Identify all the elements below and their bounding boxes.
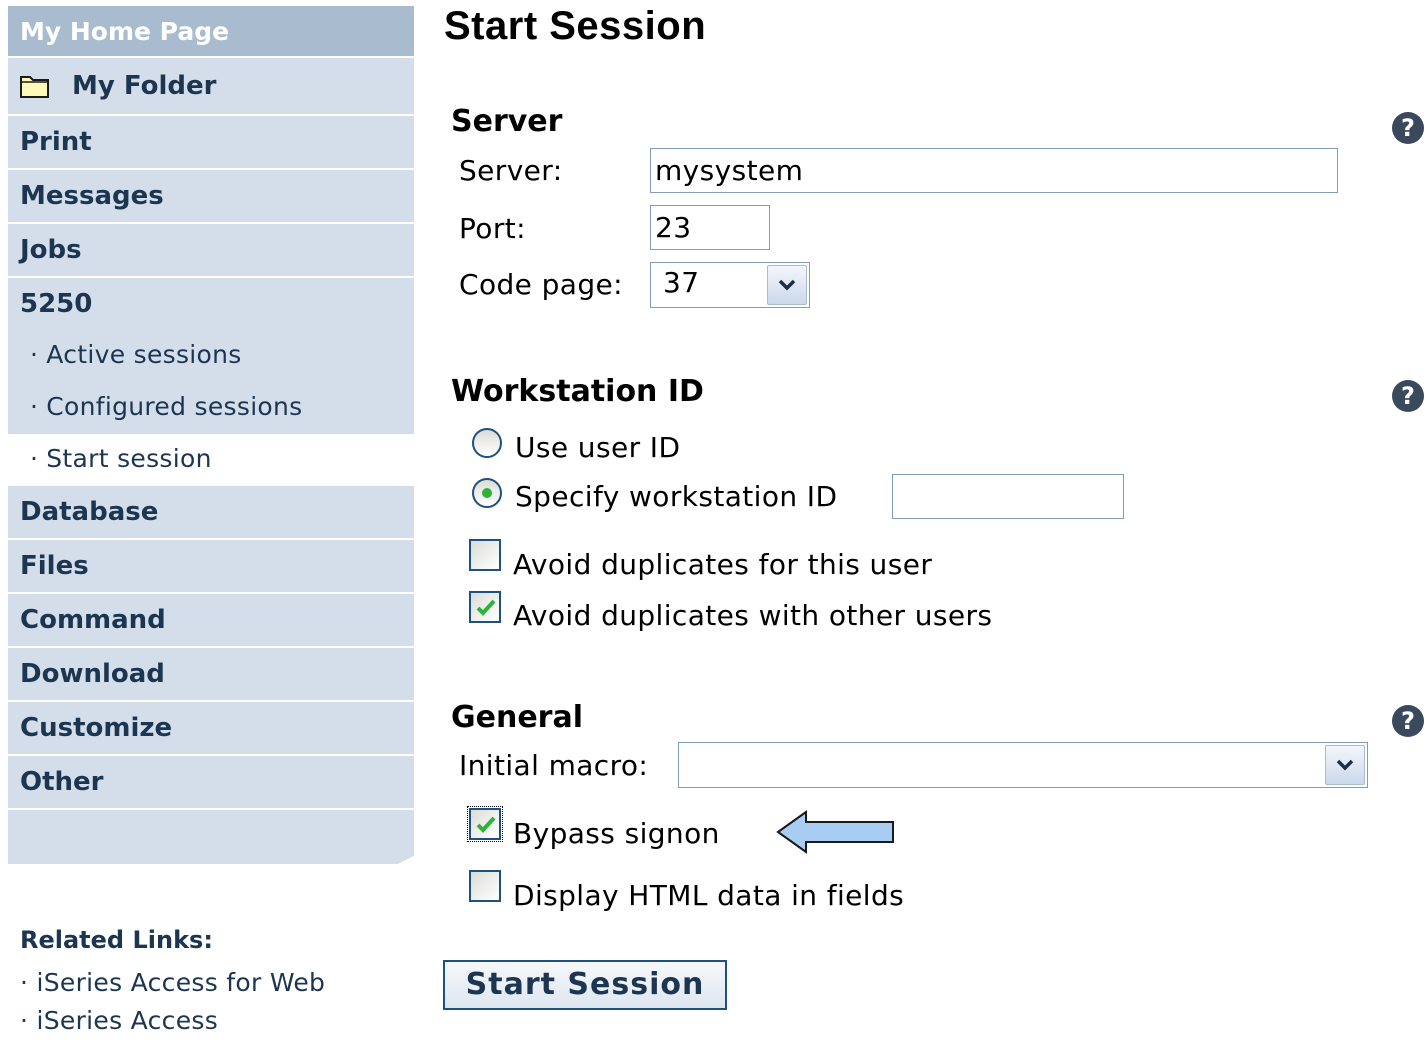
avoid-dup-other-checkbox[interactable] [469,591,501,623]
port-label: Port: [459,212,526,245]
help-icon[interactable]: ? [1392,112,1424,144]
nav-command[interactable]: Command [8,594,414,648]
related-link-label: iSeries Access for Web [36,968,326,997]
nav-customize[interactable]: Customize [8,702,414,756]
page-title: Start Session [444,4,707,48]
use-user-id-label: Use user ID [515,431,681,464]
dropdown-arrow-icon[interactable] [1325,745,1365,785]
nav-download[interactable]: Download [8,648,414,702]
display-html-checkbox[interactable] [469,870,501,902]
checkmark-icon [476,816,496,833]
nav-sub-label: Start session [46,444,212,473]
nav-footer [8,810,414,864]
server-label: Server: [459,154,563,187]
nav-5250[interactable]: 5250 [8,278,414,330]
pointer-arrow-icon [776,810,894,854]
sidebar-nav: My Home Page My Folder Print Messages Jo… [8,6,414,864]
bypass-signon-label: Bypass signon [513,817,720,850]
nav-sub-label: Active sessions [46,340,242,369]
help-icon[interactable]: ? [1392,705,1424,737]
bypass-signon-checkbox[interactable] [467,806,503,842]
bullet: · [30,392,39,421]
avoid-dup-user-label: Avoid duplicates for this user [513,548,933,581]
bullet: · [30,340,39,369]
nav-home-page[interactable]: My Home Page [8,6,414,58]
related-links-title: Related Links: [20,926,213,954]
bullet: · [30,444,39,473]
specify-workstation-radio[interactable] [472,478,502,508]
related-link-label: iSeries Access [36,1006,219,1035]
general-section-title: General [451,700,583,735]
nav-sub-active-sessions[interactable]: · Active sessions [8,330,414,382]
initial-macro-select[interactable] [678,742,1368,788]
folder-icon [20,74,50,98]
related-link-iseries-web[interactable]: · iSeries Access for Web [20,964,325,1002]
checkmark-icon [476,599,496,616]
avoid-dup-other-label: Avoid duplicates with other users [513,599,993,632]
codepage-select[interactable]: 37 [650,262,810,308]
server-input[interactable] [650,148,1338,193]
nav-jobs[interactable]: Jobs [8,224,414,278]
nav-other[interactable]: Other [8,756,414,810]
start-session-button[interactable]: Start Session [443,960,727,1010]
use-user-id-radio[interactable] [472,428,502,458]
display-html-label: Display HTML data in fields [513,879,905,912]
codepage-label: Code page: [459,268,623,301]
nav-sub-start-session[interactable]: · Start session [8,434,414,486]
nav-sub-configured-sessions[interactable]: · Configured sessions [8,382,414,434]
avoid-dup-user-checkbox[interactable] [469,539,501,571]
nav-files[interactable]: Files [8,540,414,594]
server-section-title: Server [451,104,563,139]
nav-my-folder-label: My Folder [72,71,217,101]
dropdown-arrow-icon[interactable] [767,265,807,305]
codepage-value: 37 [663,266,700,299]
workstation-id-input[interactable] [892,474,1124,519]
related-links: Related Links: · iSeries Access for Web … [20,926,325,1040]
nav-messages[interactable]: Messages [8,170,414,224]
nav-sub-label: Configured sessions [46,392,303,421]
related-link-iseries[interactable]: · iSeries Access [20,1002,325,1040]
port-input[interactable] [650,205,770,250]
nav-print[interactable]: Print [8,116,414,170]
workstation-section-title: Workstation ID [451,374,704,409]
initial-macro-label: Initial macro: [459,749,649,782]
nav-my-folder[interactable]: My Folder [8,58,414,116]
nav-database[interactable]: Database [8,486,414,540]
help-icon[interactable]: ? [1392,380,1424,412]
specify-workstation-label: Specify workstation ID [515,480,838,513]
